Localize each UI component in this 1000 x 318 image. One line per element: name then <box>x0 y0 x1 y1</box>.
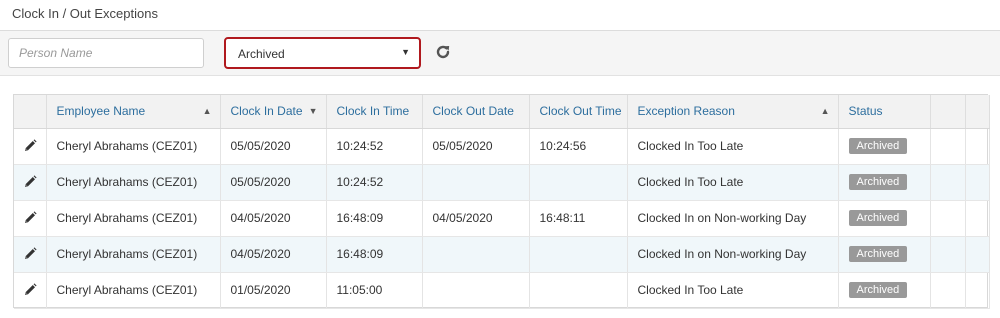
column-header-label: Status <box>848 104 883 119</box>
column-header-clock-in-date[interactable]: Clock In Date ▼ <box>220 95 327 129</box>
clock-in-time-cell: 16:48:09 <box>326 200 423 237</box>
column-header-label: Clock Out Time <box>539 104 622 119</box>
pencil-icon[interactable] <box>22 138 38 154</box>
clock-in-date-cell: 04/05/2020 <box>220 236 327 273</box>
column-header-blank <box>14 95 47 129</box>
column-header-label: Employee Name <box>56 104 146 119</box>
column-header-label: Clock In Time <box>336 104 410 119</box>
column-header-employee-name[interactable]: Employee Name ▲ <box>46 95 221 129</box>
clock-in-date-cell: 04/05/2020 <box>220 200 327 237</box>
exception-reason-cell: Clocked In on Non-working Day <box>627 200 839 237</box>
page-title: Clock In / Out Exceptions <box>12 6 158 21</box>
clock-out-date-cell: 04/05/2020 <box>422 200 530 237</box>
exception-reason-cell: Clocked In Too Late <box>627 128 839 165</box>
column-header-clock-out-time[interactable]: Clock Out Time <box>529 95 628 129</box>
edit-cell <box>14 236 47 273</box>
clock-in-time-cell: 11:05:00 <box>326 272 423 309</box>
empty-cell <box>965 128 990 165</box>
edit-cell <box>14 200 47 237</box>
column-header-clock-out-date[interactable]: Clock Out Date <box>422 95 530 129</box>
edit-cell <box>14 164 47 201</box>
clock-in-date-cell: 01/05/2020 <box>220 272 327 309</box>
clock-out-time-cell <box>529 236 628 273</box>
empty-cell <box>930 164 966 201</box>
sort-ascending-icon[interactable]: ▲ <box>821 106 830 116</box>
column-header-label: Clock In Date <box>230 104 303 119</box>
column-header-blank <box>930 95 966 129</box>
exceptions-grid: Employee Name ▲ Clock In Date ▼ Clock In Tim… <box>13 94 990 309</box>
employee-name-cell: Cheryl Abrahams (CEZ01) <box>46 236 221 273</box>
table-row[interactable]: Cheryl Abrahams (CEZ01) 01/05/2020 11:05:0… <box>14 272 990 309</box>
sort-ascending-icon[interactable]: ▲ <box>203 106 212 116</box>
pencil-icon[interactable] <box>22 174 38 190</box>
sort-descending-icon[interactable]: ▼ <box>309 106 318 116</box>
edit-cell <box>14 272 47 309</box>
status-badge: Archived <box>848 246 908 262</box>
clock-out-time-cell: 10:24:56 <box>529 128 628 165</box>
clock-out-date-cell <box>422 272 530 309</box>
column-header-blank <box>965 95 990 129</box>
employee-name-cell: Cheryl Abrahams (CEZ01) <box>46 128 221 165</box>
clock-out-date-cell: 05/05/2020 <box>422 128 530 165</box>
refresh-icon[interactable] <box>434 43 452 61</box>
table-row[interactable]: Cheryl Abrahams (CEZ01) 05/05/2020 10:24:5… <box>14 164 990 201</box>
empty-cell <box>965 236 990 273</box>
empty-cell <box>930 128 966 165</box>
status-cell: Archived <box>838 164 931 201</box>
column-header-status[interactable]: Status <box>838 95 931 129</box>
status-select[interactable]: Archived ▼ <box>224 37 421 69</box>
column-header-label: Clock Out Date <box>432 104 514 119</box>
status-cell: Archived <box>838 272 931 309</box>
clock-in-time-cell: 16:48:09 <box>326 236 423 273</box>
clock-out-date-cell <box>422 236 530 273</box>
status-cell: Archived <box>838 200 931 237</box>
empty-cell <box>965 272 990 309</box>
employee-name-cell: Cheryl Abrahams (CEZ01) <box>46 164 221 201</box>
table-row[interactable]: Cheryl Abrahams (CEZ01) 05/05/2020 10:24:5… <box>14 128 990 165</box>
clock-out-time-cell <box>529 272 628 309</box>
page-header: Clock In / Out Exceptions <box>0 0 1000 31</box>
clock-in-date-cell: 05/05/2020 <box>220 164 327 201</box>
clock-in-time-cell: 10:24:52 <box>326 164 423 201</box>
table-row[interactable]: Cheryl Abrahams (CEZ01) 04/05/2020 16:48:0… <box>14 236 990 273</box>
clock-out-time-cell: 16:48:11 <box>529 200 628 237</box>
empty-cell <box>930 272 966 309</box>
exceptions-table: Employee Name ▲ Clock In Date ▼ Clock In Tim… <box>14 95 990 309</box>
pencil-icon[interactable] <box>22 210 38 226</box>
status-cell: Archived <box>838 128 931 165</box>
table-header-row: Employee Name ▲ Clock In Date ▼ Clock In Tim… <box>14 95 990 129</box>
column-header-label: Exception Reason <box>637 104 735 119</box>
empty-cell <box>965 200 990 237</box>
pencil-icon[interactable] <box>22 282 38 298</box>
status-badge: Archived <box>848 138 908 154</box>
caret-down-icon: ▼ <box>401 47 410 57</box>
column-header-clock-in-time[interactable]: Clock In Time <box>326 95 423 129</box>
status-badge: Archived <box>848 174 908 190</box>
empty-cell <box>930 200 966 237</box>
exception-reason-cell: Clocked In Too Late <box>627 272 839 309</box>
clock-in-date-cell: 05/05/2020 <box>220 128 327 165</box>
column-header-exception-reason[interactable]: Exception Reason ▲ <box>627 95 839 129</box>
employee-name-cell: Cheryl Abrahams (CEZ01) <box>46 200 221 237</box>
status-select-value: Archived <box>238 47 285 61</box>
status-cell: Archived <box>838 236 931 273</box>
filter-toolbar: Archived ▼ <box>0 31 1000 76</box>
person-name-input[interactable] <box>8 38 204 68</box>
status-badge: Archived <box>848 210 908 226</box>
status-badge: Archived <box>848 282 908 298</box>
pencil-icon[interactable] <box>22 246 38 262</box>
table-body: Cheryl Abrahams (CEZ01) 05/05/2020 10:24:5… <box>14 128 990 309</box>
clock-out-date-cell <box>422 164 530 201</box>
edit-cell <box>14 128 47 165</box>
empty-cell <box>930 236 966 273</box>
clock-out-time-cell <box>529 164 628 201</box>
employee-name-cell: Cheryl Abrahams (CEZ01) <box>46 272 221 309</box>
clock-in-time-cell: 10:24:52 <box>326 128 423 165</box>
exception-reason-cell: Clocked In Too Late <box>627 164 839 201</box>
table-row[interactable]: Cheryl Abrahams (CEZ01) 04/05/2020 16:48:0… <box>14 200 990 237</box>
exception-reason-cell: Clocked In on Non-working Day <box>627 236 839 273</box>
empty-cell <box>965 164 990 201</box>
